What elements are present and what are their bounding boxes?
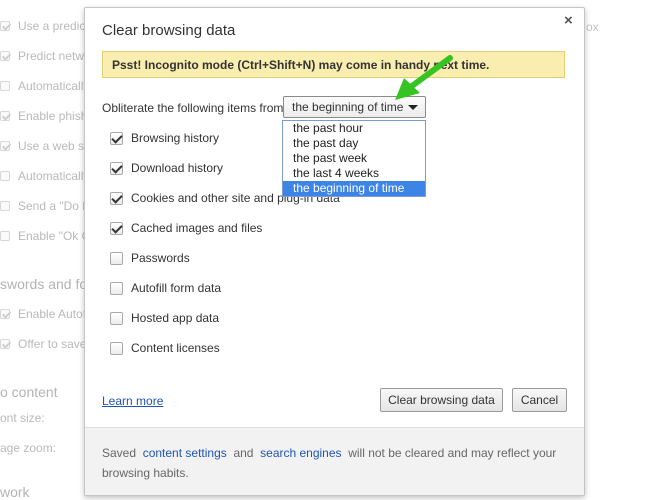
time-range-option[interactable]: the past day xyxy=(283,136,425,151)
option-label: Hosted app data xyxy=(131,311,220,325)
bg-checkbox xyxy=(0,201,10,211)
bg-setting-row: Automatically xyxy=(0,168,89,184)
browsing-history-option[interactable]: Browsing history xyxy=(110,130,219,146)
bg-right-fragment: ox xyxy=(586,20,599,34)
bg-setting-row: Predict netwo xyxy=(0,48,91,64)
bg-checkbox xyxy=(0,231,10,241)
bg-checkbox xyxy=(0,111,10,121)
checkbox[interactable] xyxy=(110,281,123,295)
bg-heading-content: o content xyxy=(0,384,58,400)
content-settings-link[interactable]: content settings xyxy=(143,446,227,460)
bg-checkbox xyxy=(0,171,10,181)
bg-checkbox xyxy=(0,339,10,349)
cancel-button[interactable]: Cancel xyxy=(512,388,567,412)
dialog-footer-note: Saved content settings and search engine… xyxy=(85,427,584,495)
bg-setting-row: Enable phishi xyxy=(0,108,90,124)
chevron-down-icon xyxy=(408,105,418,110)
time-range-option[interactable]: the past week xyxy=(283,151,425,166)
checkbox[interactable] xyxy=(110,311,123,325)
clear-browsing-data-dialog: Clear browsing data × Psst! Incognito mo… xyxy=(84,7,585,496)
bg-checkbox xyxy=(0,141,10,151)
incognito-tip-banner: Psst! Incognito mode (Ctrl+Shift+N) may … xyxy=(102,51,565,78)
time-range-select[interactable]: the beginning of time xyxy=(283,96,426,118)
checkbox[interactable] xyxy=(110,341,123,355)
time-range-option-selected[interactable]: the beginning of time xyxy=(283,181,425,196)
bg-row-label: Send a "Do N xyxy=(18,199,91,213)
bg-checkbox xyxy=(0,51,10,61)
footer-text: and xyxy=(233,446,254,460)
option-label: Autofill form data xyxy=(131,281,222,295)
bg-setting-row: Enable Autofil xyxy=(0,306,91,322)
option-label: Passwords xyxy=(131,251,190,265)
content-licenses-option[interactable]: Content licenses xyxy=(110,340,220,356)
hosted-app-data-option[interactable]: Hosted app data xyxy=(110,310,219,326)
close-icon[interactable]: × xyxy=(564,12,573,29)
time-range-option[interactable]: the last 4 weeks xyxy=(283,166,425,181)
option-label: Cached images and files xyxy=(131,221,263,235)
bg-row-label: Use a predict xyxy=(18,19,89,33)
time-range-option[interactable]: the past hour xyxy=(283,121,425,136)
bg-page-zoom-label: age zoom: xyxy=(0,441,57,455)
time-range-selected-value: the beginning of time xyxy=(292,100,404,114)
bg-checkbox xyxy=(0,309,10,319)
bg-setting-row: Use a web ser xyxy=(0,138,95,154)
bg-row-label: Enable phishi xyxy=(18,109,91,123)
option-label: Download history xyxy=(131,161,224,175)
learn-more-link[interactable]: Learn more xyxy=(102,394,163,408)
bg-setting-row: Enable "Ok Go xyxy=(0,228,98,244)
bg-heading-passwords: swords and for xyxy=(0,276,92,292)
bg-row-label: Automatically xyxy=(18,169,90,183)
clear-browsing-data-button[interactable]: Clear browsing data xyxy=(380,388,503,412)
bg-row-label: Predict netwo xyxy=(18,49,91,63)
checkbox[interactable] xyxy=(110,191,123,205)
download-history-option[interactable]: Download history xyxy=(110,160,223,176)
bg-row-label: Automatically xyxy=(18,79,90,93)
bg-setting-row: Use a predict xyxy=(0,18,89,34)
bg-row-label: Offer to save xyxy=(18,337,87,351)
option-label: Content licenses xyxy=(131,341,220,355)
bg-font-size-label: ont size: xyxy=(0,411,45,425)
checkbox[interactable] xyxy=(110,221,123,235)
time-range-dropdown: the past hour the past day the past week… xyxy=(282,120,426,197)
autofill-option[interactable]: Autofill form data xyxy=(110,280,221,296)
bg-heading-network: work xyxy=(0,484,30,500)
bg-checkbox xyxy=(0,81,10,91)
checkbox[interactable] xyxy=(110,131,123,145)
bg-setting-row: Automatically xyxy=(0,78,89,94)
search-engines-link[interactable]: search engines xyxy=(260,446,341,460)
checkbox[interactable] xyxy=(110,161,123,175)
checkbox[interactable] xyxy=(110,251,123,265)
bg-setting-row: Offer to save xyxy=(0,336,86,352)
bg-row-label: Enable Autofil xyxy=(18,307,92,321)
cached-images-option[interactable]: Cached images and files xyxy=(110,220,262,236)
dialog-title: Clear browsing data xyxy=(102,22,236,39)
obliterate-label: Obliterate the following items from: xyxy=(102,101,287,115)
passwords-option[interactable]: Passwords xyxy=(110,250,190,266)
bg-setting-row: Send a "Do N xyxy=(0,198,91,214)
footer-text: Saved xyxy=(102,446,137,460)
option-label: Browsing history xyxy=(131,131,220,145)
bg-checkbox xyxy=(0,21,10,31)
